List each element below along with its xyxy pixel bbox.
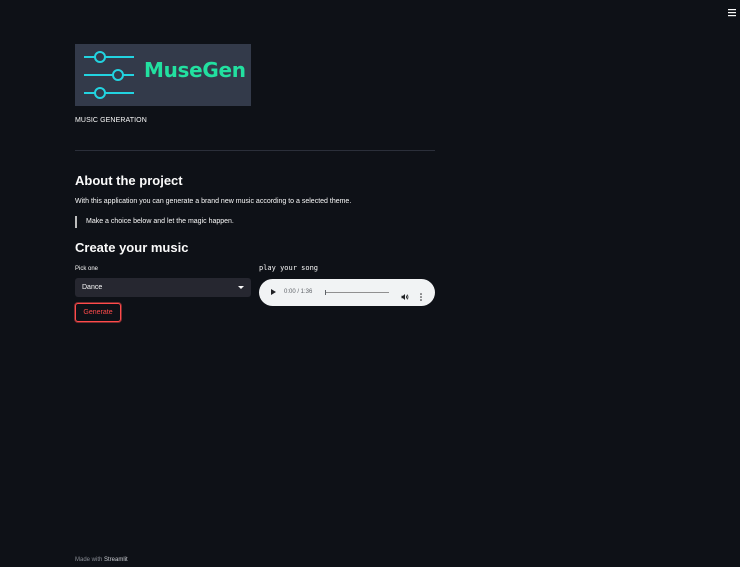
- streamlit-app: MuseGen MUSIC GENERATION About the proje…: [0, 0, 740, 567]
- generate-button[interactable]: Generate: [75, 303, 121, 322]
- theme-select[interactable]: Dance: [75, 278, 251, 297]
- about-heading: About the project: [75, 173, 183, 188]
- audio-label: play your song: [259, 264, 319, 272]
- hamburger-menu-icon[interactable]: [727, 4, 737, 17]
- logo-text: MuseGen: [144, 58, 246, 82]
- streamlit-link[interactable]: Streamlit: [104, 557, 128, 563]
- footer-prefix: Made with: [75, 557, 105, 563]
- audio-time: 0:00 / 1:36: [284, 289, 313, 295]
- audio-seek-bar[interactable]: [325, 292, 389, 293]
- select-label: Pick one: [75, 266, 99, 272]
- instruction-blockquote: Make a choice below and let the magic ha…: [75, 216, 435, 228]
- audio-player[interactable]: 0:00 / 1:36: [259, 279, 435, 306]
- footer: Made with Streamlit: [75, 557, 128, 563]
- select-value: Dance: [82, 284, 103, 291]
- divider: [75, 150, 435, 151]
- play-icon[interactable]: [271, 289, 276, 295]
- chevron-down-icon: [238, 286, 244, 289]
- volume-icon[interactable]: [401, 288, 409, 306]
- main-content: MuseGen MUSIC GENERATION About the proje…: [75, 44, 435, 332]
- about-description: With this application you can generate a…: [75, 198, 352, 205]
- controls-row: Pick one Dance play your song 0:00 / 1:3…: [75, 262, 435, 332]
- more-options-icon[interactable]: [419, 288, 423, 306]
- seek-thumb[interactable]: [325, 290, 326, 295]
- musegen-logo: MuseGen: [75, 44, 251, 106]
- create-heading: Create your music: [75, 240, 189, 255]
- logo-caption: MUSIC GENERATION: [75, 117, 147, 124]
